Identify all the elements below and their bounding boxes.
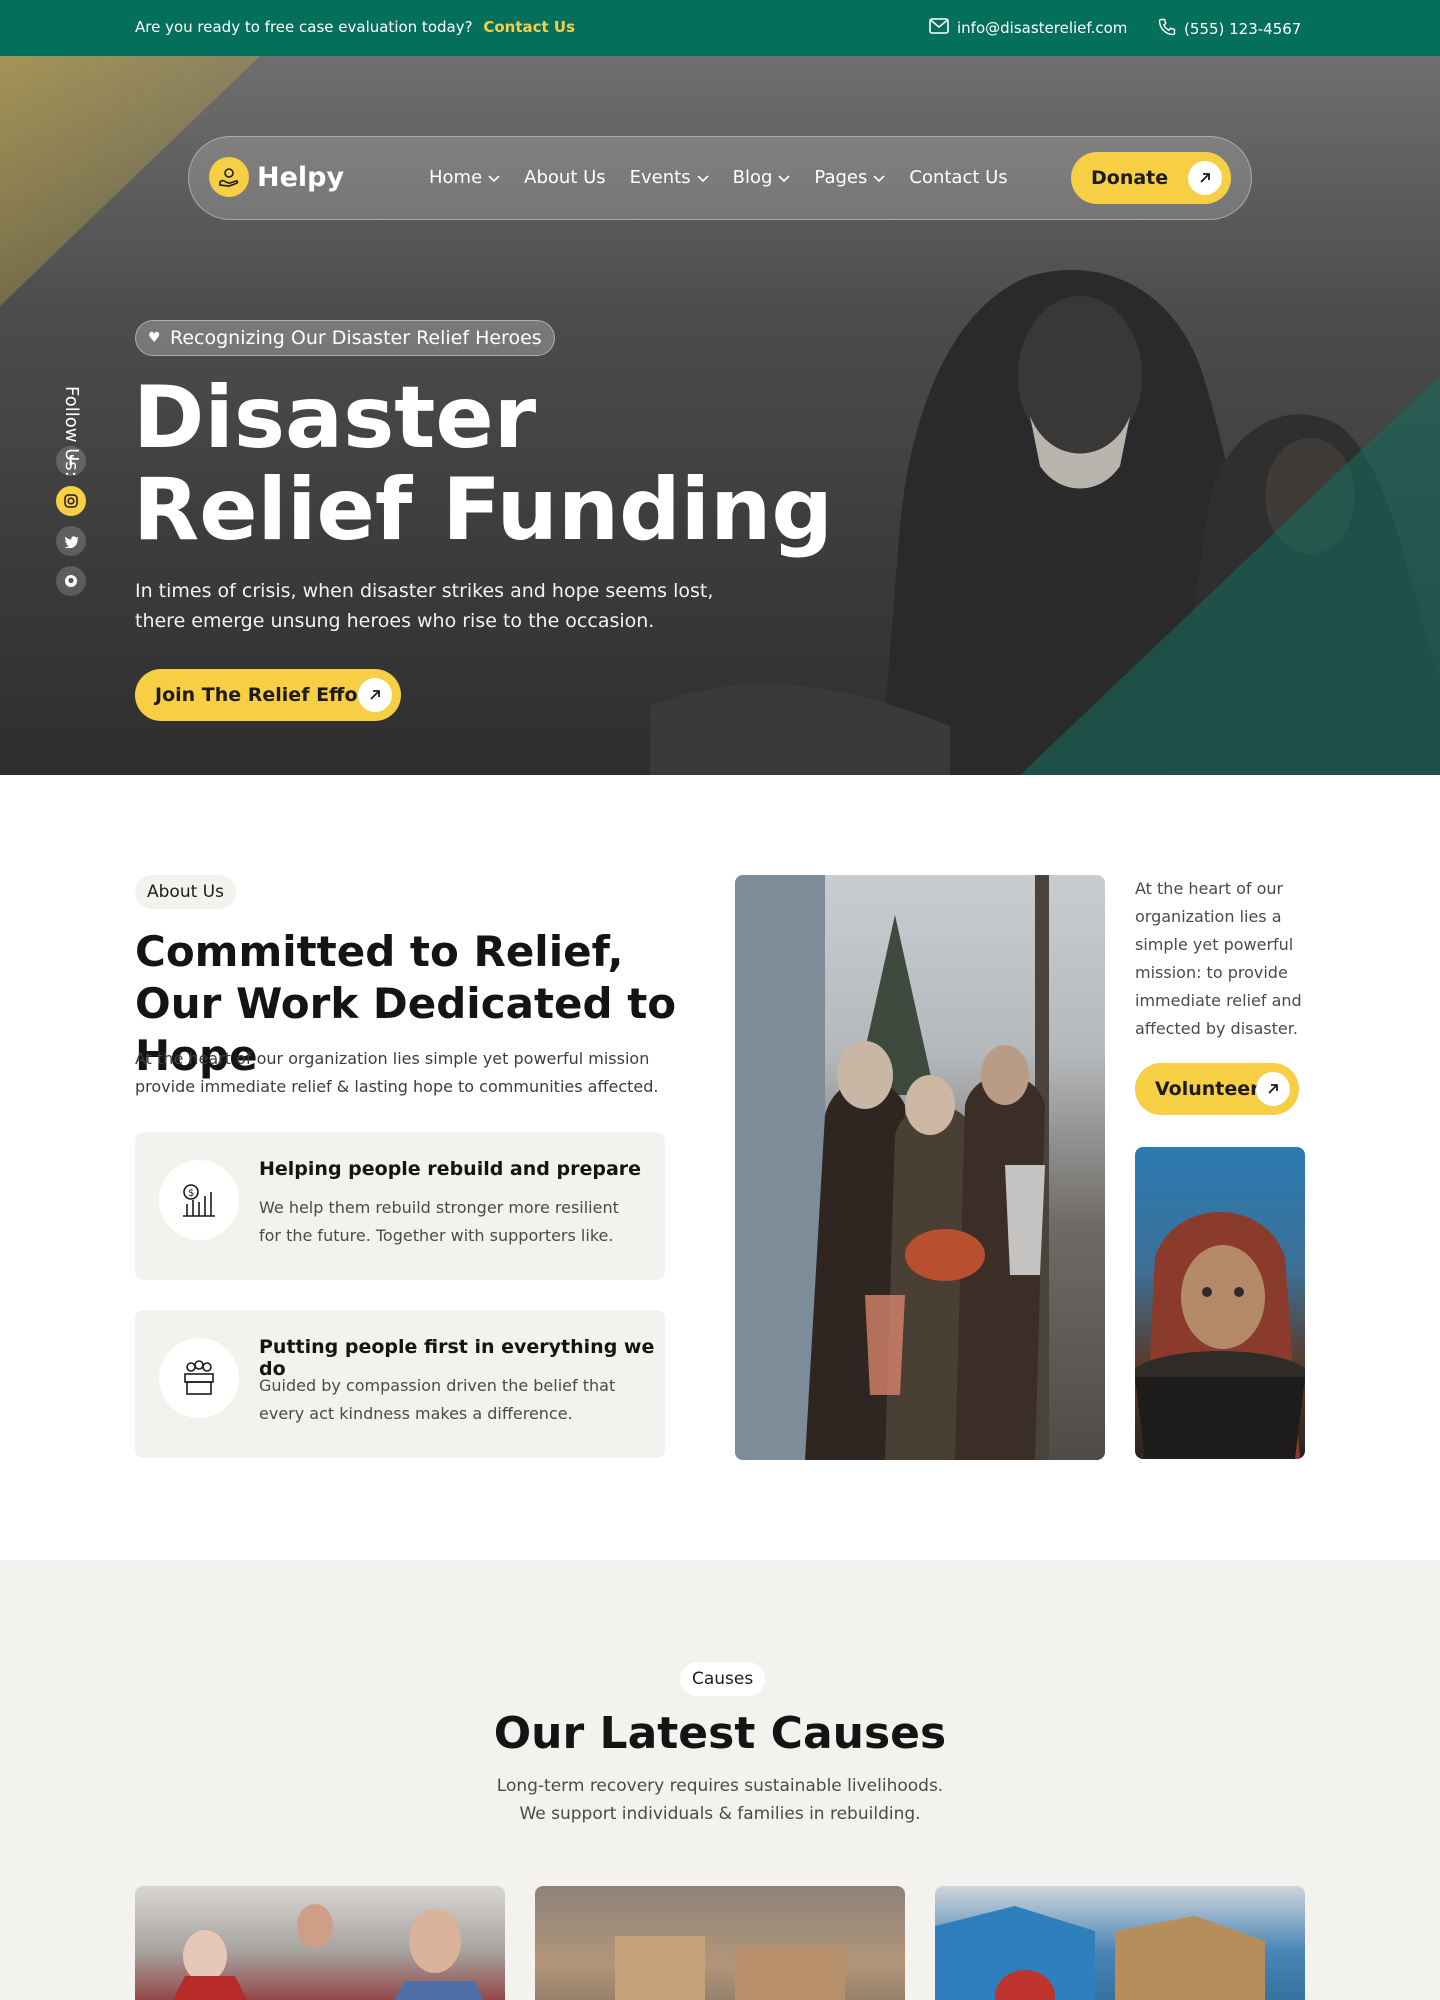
join-relief-label: Join The Relief Effort — [155, 684, 376, 706]
hero-badge: ♥ Recognizing Our Disaster Relief Heroes — [135, 320, 555, 356]
phone-icon — [1158, 18, 1176, 40]
instagram-icon[interactable] — [56, 486, 86, 516]
helping-hand-logo-icon — [209, 157, 249, 197]
nav-item-about[interactable]: About Us — [524, 167, 606, 188]
donate-button[interactable]: Donate — [1071, 152, 1231, 204]
hero-badge-text: Recognizing Our Disaster Relief Heroes — [170, 327, 542, 349]
mail-icon — [929, 18, 949, 38]
child-photo — [1135, 1147, 1305, 1459]
chevron-down-icon — [697, 167, 709, 188]
logo-text: Helpy — [257, 161, 345, 193]
causes-section: Causes Our Latest Causes Long-term recov… — [0, 1560, 1440, 2000]
promo-text: Are you ready to free case evaluation to… — [135, 18, 473, 36]
promo-contact-link[interactable]: Contact Us — [483, 18, 575, 36]
cause-card[interactable] — [535, 1886, 905, 2000]
nav-item-home[interactable]: Home — [429, 167, 500, 188]
arrow-up-right-icon — [1256, 1072, 1290, 1106]
growth-chart-icon: $ — [159, 1160, 239, 1240]
nav-menu: Home About Us Events Blog Pages Contact … — [429, 167, 1008, 188]
hero-subtitle: In times of crisis, when disaster strike… — [135, 580, 714, 632]
logo[interactable]: Helpy — [209, 157, 344, 197]
cause-card[interactable] — [935, 1886, 1305, 2000]
facebook-icon[interactable]: f — [56, 446, 86, 476]
volunteers-photo — [735, 875, 1105, 1460]
chevron-down-icon — [488, 167, 500, 188]
feature-description: We help them rebuild stronger more resil… — [259, 1198, 619, 1245]
volunteer-label: Volunteer — [1155, 1078, 1260, 1100]
hero-title: Disaster Relief Funding — [133, 368, 833, 560]
phone-contact[interactable]: (555) 123-4567 — [1158, 18, 1301, 40]
about-side-text: At the heart of our organization lies a … — [1135, 879, 1302, 1038]
chevron-down-icon — [778, 167, 790, 188]
chevron-down-icon — [873, 167, 885, 188]
svg-text:$: $ — [188, 1188, 194, 1199]
feature-card: Putting people first in everything we do… — [135, 1310, 665, 1458]
about-subtitle: At the heart of our organization lies si… — [135, 1049, 659, 1096]
follow-us-label: Follow Us: — [61, 386, 82, 477]
nav-item-label: Home — [429, 167, 483, 188]
feature-description: Guided by compassion driven the belief t… — [259, 1376, 616, 1423]
twitter-icon[interactable] — [56, 526, 86, 556]
donate-label: Donate — [1091, 167, 1169, 189]
nav-item-events[interactable]: Events — [630, 167, 709, 188]
nav-item-pages[interactable]: Pages — [814, 167, 885, 188]
feature-title: Helping people rebuild and prepare — [259, 1158, 642, 1180]
email-contact[interactable]: info@disasterelief.com — [929, 18, 1127, 38]
causes-subtitle: Long-term recovery requires sustainable … — [0, 1772, 1440, 1828]
hero-section: Helpy Home About Us Events Blog Pages Co… — [0, 56, 1440, 775]
main-navbar: Helpy Home About Us Events Blog Pages Co… — [188, 136, 1252, 220]
causes-title: Our Latest Causes — [493, 1708, 947, 1759]
cause-card[interactable] — [135, 1886, 505, 2000]
causes-subtitle-line: Long-term recovery requires sustainable … — [496, 1776, 944, 1796]
nav-item-label: Contact Us — [909, 167, 1008, 188]
feature-card: $ Helping people rebuild and prepare We … — [135, 1132, 665, 1280]
phone-text: (555) 123-4567 — [1184, 20, 1302, 38]
donation-box-icon — [159, 1338, 239, 1418]
volunteer-button[interactable]: Volunteer — [1135, 1063, 1299, 1115]
cause-card-photo — [173, 1904, 484, 2000]
top-bar: Are you ready to free case evaluation to… — [0, 0, 1440, 56]
join-relief-button[interactable]: Join The Relief Effort — [135, 669, 401, 721]
nav-item-label: Events — [629, 167, 691, 188]
causes-tag: Causes — [680, 1662, 766, 1696]
cause-card-photo — [935, 1906, 1265, 2000]
nav-item-contact[interactable]: Contact Us — [909, 167, 1007, 188]
nav-item-label: Pages — [814, 167, 868, 188]
nav-item-label: Blog — [732, 167, 773, 188]
email-text: info@disasterelief.com — [957, 19, 1128, 37]
about-tag: About Us — [135, 875, 236, 909]
causes-subtitle-line: We support individuals & families in reb… — [519, 1804, 921, 1824]
github-icon[interactable] — [56, 566, 86, 596]
arrow-up-right-icon — [1188, 161, 1222, 195]
promo-bar: Are you ready to free case evaluation to… — [135, 18, 575, 36]
nav-item-blog[interactable]: Blog — [733, 167, 791, 188]
heart-icon: ♥ — [148, 330, 161, 346]
cause-card-photo — [615, 1936, 845, 2000]
nav-item-label: About Us — [524, 167, 606, 188]
arrow-up-right-icon — [358, 678, 392, 712]
